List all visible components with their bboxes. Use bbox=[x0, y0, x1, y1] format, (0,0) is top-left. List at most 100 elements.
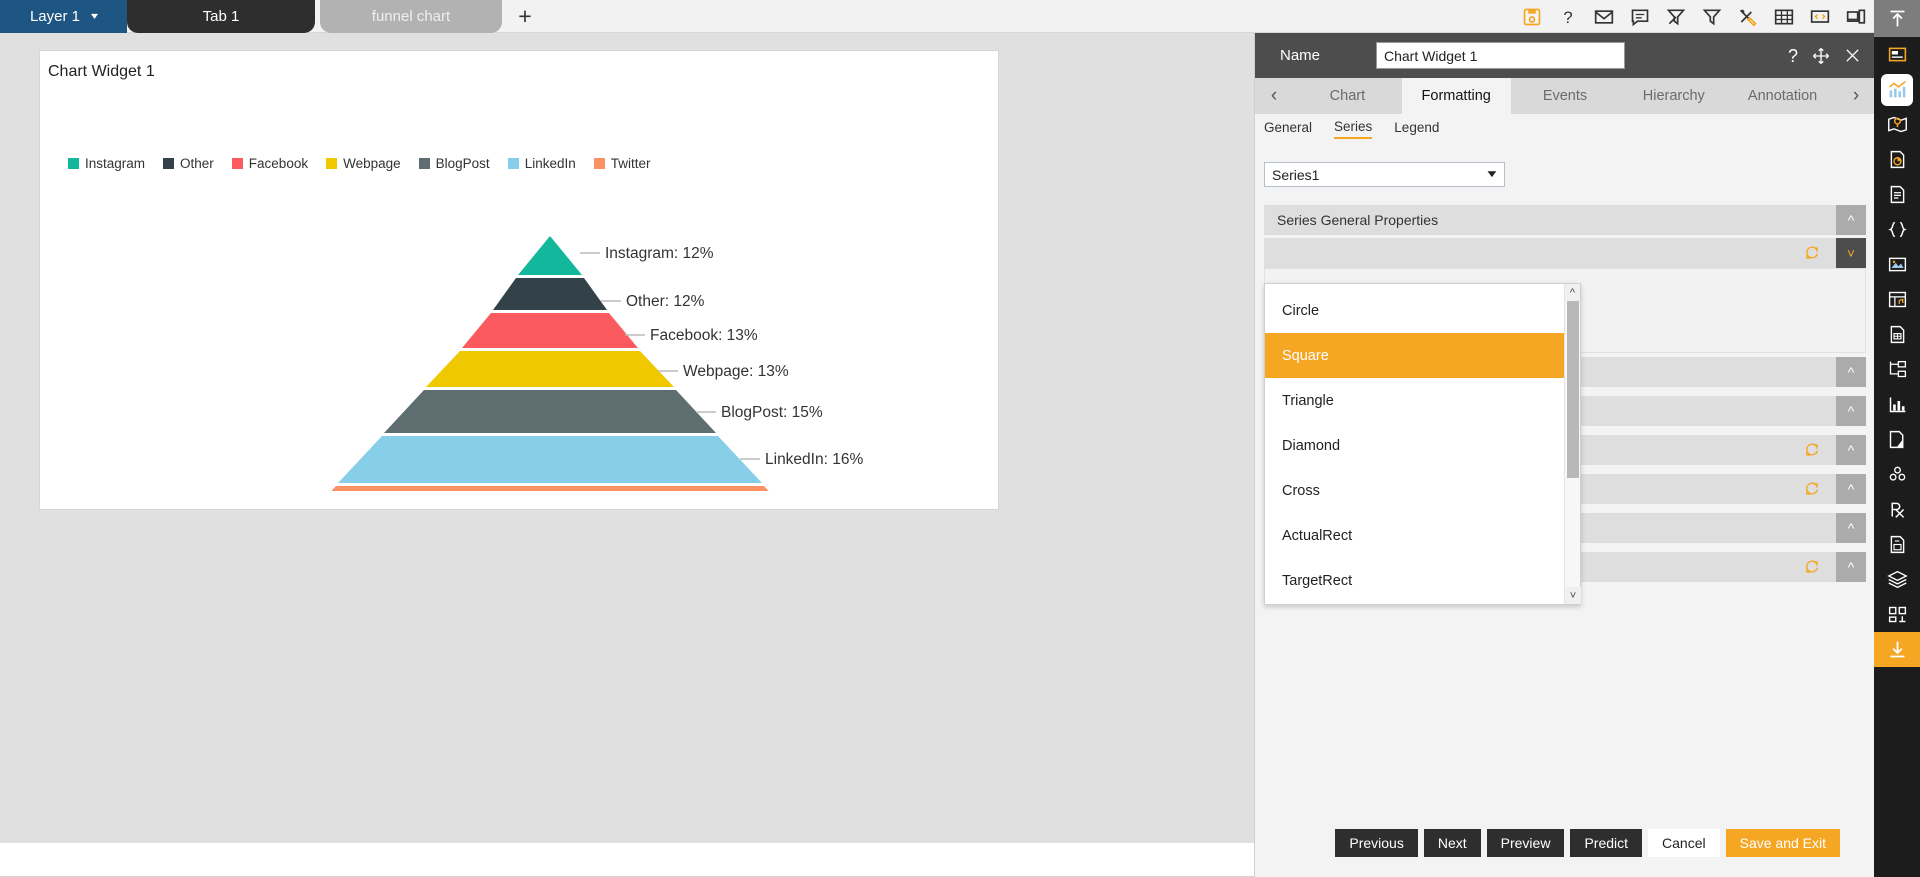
tab-funnel-chart[interactable]: funnel chart bbox=[320, 0, 502, 33]
subtab-series[interactable]: Series bbox=[1334, 119, 1373, 139]
mail-icon[interactable] bbox=[1594, 7, 1614, 27]
help-icon[interactable]: ? bbox=[1788, 47, 1798, 65]
subtab-general[interactable]: General bbox=[1264, 120, 1312, 138]
legend-item[interactable]: Other bbox=[163, 156, 214, 171]
chevron-down-icon[interactable]: ˅ bbox=[1565, 587, 1581, 604]
rail-hierarchy[interactable] bbox=[1874, 352, 1920, 387]
rail-cubes[interactable] bbox=[1874, 457, 1920, 492]
tab-chart[interactable]: Chart bbox=[1293, 78, 1402, 114]
dropdown-option-circle[interactable]: Circle bbox=[1265, 288, 1564, 333]
bar-data-icon bbox=[1889, 397, 1905, 413]
legend-item[interactable]: Webpage bbox=[326, 156, 401, 171]
marker-shape-dropdown[interactable]: Circle Square Triangle Diamond Cross Act… bbox=[1264, 283, 1581, 605]
rail-spreadsheet[interactable] bbox=[1874, 317, 1920, 352]
rail-collapse-up[interactable] bbox=[1874, 0, 1920, 37]
chevron-down-icon[interactable]: ▾ bbox=[91, 11, 98, 22]
tab-tab-1[interactable]: Tab 1 bbox=[127, 0, 315, 33]
rail-map[interactable] bbox=[1874, 107, 1920, 142]
widget-name-input[interactable] bbox=[1376, 42, 1625, 69]
chevron-up-icon[interactable]: ^ bbox=[1836, 435, 1866, 465]
move-icon[interactable] bbox=[1812, 47, 1830, 65]
chevron-up-icon[interactable]: ^ bbox=[1836, 513, 1866, 543]
rail-document[interactable] bbox=[1874, 177, 1920, 212]
legend-item[interactable]: BlogPost bbox=[418, 156, 490, 171]
rail-table-layout[interactable] bbox=[1874, 282, 1920, 317]
chevron-right-icon[interactable]: › bbox=[1837, 78, 1875, 114]
add-tab-button[interactable]: + bbox=[505, 0, 545, 33]
clear-filter-icon[interactable] bbox=[1666, 7, 1686, 27]
chevron-up-icon[interactable]: ^ bbox=[1565, 284, 1580, 301]
chevron-up-icon[interactable]: ^ bbox=[1836, 396, 1866, 426]
rail-download[interactable] bbox=[1874, 632, 1920, 667]
legend-item[interactable]: Instagram bbox=[68, 156, 145, 171]
subtab-legend[interactable]: Legend bbox=[1394, 120, 1439, 138]
preview-button[interactable]: Preview bbox=[1486, 829, 1565, 857]
chevron-left-icon[interactable]: ‹ bbox=[1255, 78, 1293, 114]
rail-pie-report[interactable] bbox=[1874, 142, 1920, 177]
pyramid-band[interactable] bbox=[493, 278, 607, 310]
pyramid-band[interactable] bbox=[518, 236, 582, 275]
rail-save-doc[interactable] bbox=[1874, 527, 1920, 562]
rail-bar-data[interactable] bbox=[1874, 387, 1920, 422]
series-select[interactable]: Series1 ▼ bbox=[1264, 162, 1505, 187]
refresh-icon[interactable] bbox=[1804, 559, 1820, 575]
rail-widget-panel[interactable] bbox=[1874, 37, 1920, 72]
dropdown-option-cross[interactable]: Cross bbox=[1265, 468, 1564, 513]
section-row-2[interactable]: ˅ bbox=[1264, 238, 1866, 268]
tab-annotation[interactable]: Annotation bbox=[1728, 78, 1837, 114]
dropdown-option-diamond[interactable]: Diamond bbox=[1265, 423, 1564, 468]
rail-json[interactable] bbox=[1874, 212, 1920, 247]
tab-hierarchy[interactable]: Hierarchy bbox=[1619, 78, 1728, 114]
option-label: ActualRect bbox=[1282, 527, 1353, 544]
dropdown-option-square[interactable]: Square bbox=[1265, 333, 1564, 378]
layer-selector[interactable]: Layer 1 ▾ bbox=[0, 0, 127, 33]
comment-icon[interactable] bbox=[1630, 7, 1650, 27]
table-icon[interactable] bbox=[1774, 7, 1794, 27]
chevron-up-icon[interactable]: ^ bbox=[1836, 205, 1866, 235]
pyramid-band[interactable] bbox=[384, 390, 716, 433]
refresh-icon[interactable] bbox=[1804, 481, 1820, 497]
section-series-general-properties[interactable]: Series General Properties ^ bbox=[1264, 205, 1866, 235]
tab-events[interactable]: Events bbox=[1511, 78, 1620, 114]
dropdown-option-targetrect[interactable]: TargetRect bbox=[1265, 558, 1564, 603]
pyramid-band[interactable] bbox=[426, 351, 674, 387]
legend-item[interactable]: LinkedIn bbox=[507, 156, 576, 171]
save-icon[interactable] bbox=[1522, 7, 1542, 27]
rail-image-gallery[interactable] bbox=[1874, 247, 1920, 282]
pyramid-band[interactable] bbox=[288, 486, 812, 491]
dropdown-scrollbar[interactable]: ^ ˅ bbox=[1564, 284, 1581, 604]
pyramid-band[interactable] bbox=[462, 313, 638, 348]
legend-item[interactable]: Facebook bbox=[231, 156, 308, 171]
chevron-up-icon[interactable]: ^ bbox=[1836, 552, 1866, 582]
dropdown-option-actualrect[interactable]: ActualRect bbox=[1265, 513, 1564, 558]
legend-item[interactable]: Twitter bbox=[593, 156, 651, 171]
chevron-up-icon[interactable]: ^ bbox=[1836, 474, 1866, 504]
chevron-down-icon[interactable]: ▼ bbox=[1485, 169, 1500, 180]
chevron-up-icon[interactable]: ^ bbox=[1836, 357, 1866, 387]
pyramid-band[interactable] bbox=[338, 436, 762, 483]
refresh-icon[interactable] bbox=[1804, 442, 1820, 458]
rail-prescription[interactable] bbox=[1874, 492, 1920, 527]
predict-button[interactable]: Predict bbox=[1570, 829, 1643, 857]
refresh-icon[interactable] bbox=[1804, 245, 1820, 261]
help-icon[interactable]: ? bbox=[1558, 7, 1578, 27]
pyramid-chart[interactable]: Instagram: 12% Other: 12% Facebook: 13% … bbox=[40, 191, 1000, 491]
scrollbar-thumb[interactable] bbox=[1567, 301, 1579, 478]
rail-chart[interactable] bbox=[1874, 72, 1920, 107]
save-and-exit-button[interactable]: Save and Exit bbox=[1725, 829, 1840, 857]
tab-formatting[interactable]: Formatting bbox=[1401, 78, 1511, 114]
next-button[interactable]: Next bbox=[1423, 829, 1481, 857]
devices-icon[interactable] bbox=[1846, 7, 1866, 27]
previous-button[interactable]: Previous bbox=[1335, 829, 1418, 857]
filter-icon[interactable] bbox=[1702, 7, 1722, 27]
close-icon[interactable] bbox=[1844, 47, 1861, 64]
cancel-button[interactable]: Cancel bbox=[1648, 829, 1720, 857]
rail-copy-file[interactable] bbox=[1874, 422, 1920, 457]
rail-layers[interactable] bbox=[1874, 562, 1920, 597]
code-icon[interactable] bbox=[1810, 7, 1830, 27]
dropdown-option-triangle[interactable]: Triangle bbox=[1265, 378, 1564, 423]
chevron-down-icon[interactable]: ˅ bbox=[1836, 238, 1866, 268]
tools-icon[interactable] bbox=[1738, 7, 1758, 27]
rail-components[interactable] bbox=[1874, 597, 1920, 632]
chart-widget[interactable]: Chart Widget 1 Instagram Other Facebook … bbox=[39, 50, 999, 510]
